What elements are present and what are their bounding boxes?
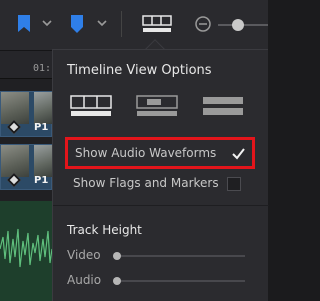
video-clip[interactable]: P1 [0, 144, 52, 190]
clip-label: P1 [34, 122, 49, 133]
video-clip[interactable]: P1 [0, 91, 52, 137]
timecode-label: 01: [33, 63, 52, 74]
audio-height-slider[interactable] [117, 280, 245, 282]
audio-waveform [0, 228, 52, 268]
show-audio-waveforms-checkbox[interactable] [231, 147, 245, 161]
timeline-area: 01: P1 P1 [0, 51, 52, 301]
timecode-ruler[interactable]: 01: [0, 51, 52, 79]
show-flags-markers-checkbox[interactable] [227, 177, 241, 191]
video-height-label: Video [67, 248, 101, 262]
timeline-view-options-popup: Timeline View Options Show Audio Wavefor… [52, 49, 269, 301]
view-option-filmstrip-icon[interactable] [135, 94, 179, 118]
chevron-down-icon[interactable] [41, 17, 53, 29]
zoom-out-icon[interactable] [194, 15, 212, 33]
audio-clip[interactable] [0, 201, 52, 301]
chevron-down-icon[interactable] [96, 17, 108, 29]
popup-title: Timeline View Options [67, 63, 212, 78]
view-option-thumbnails-icon[interactable] [69, 94, 113, 118]
audio-height-slider-handle[interactable] [113, 277, 121, 285]
track-height-title: Track Height [67, 223, 142, 237]
video-height-slider[interactable] [117, 255, 245, 257]
view-option-compact-icon[interactable] [201, 94, 245, 118]
audio-height-label: Audio [67, 273, 102, 287]
section-divider [53, 205, 269, 206]
marker-icon[interactable] [70, 14, 84, 34]
flag-icon[interactable] [17, 14, 31, 34]
video-height-slider-handle[interactable] [113, 252, 121, 260]
clip-label: P1 [34, 175, 49, 186]
timeline-view-options-button[interactable] [140, 12, 174, 36]
zoom-slider-handle[interactable] [232, 19, 244, 31]
clip-thumbnail [34, 145, 52, 177]
clip-thumbnail [1, 145, 29, 177]
show-flags-markers-label: Show Flags and Markers [73, 176, 219, 190]
timeline-toolbar [0, 0, 268, 51]
clip-thumbnail [1, 92, 29, 124]
show-audio-waveforms-label: Show Audio Waveforms [75, 146, 217, 160]
clip-thumbnail [34, 92, 52, 124]
toolbar-divider [121, 11, 122, 37]
